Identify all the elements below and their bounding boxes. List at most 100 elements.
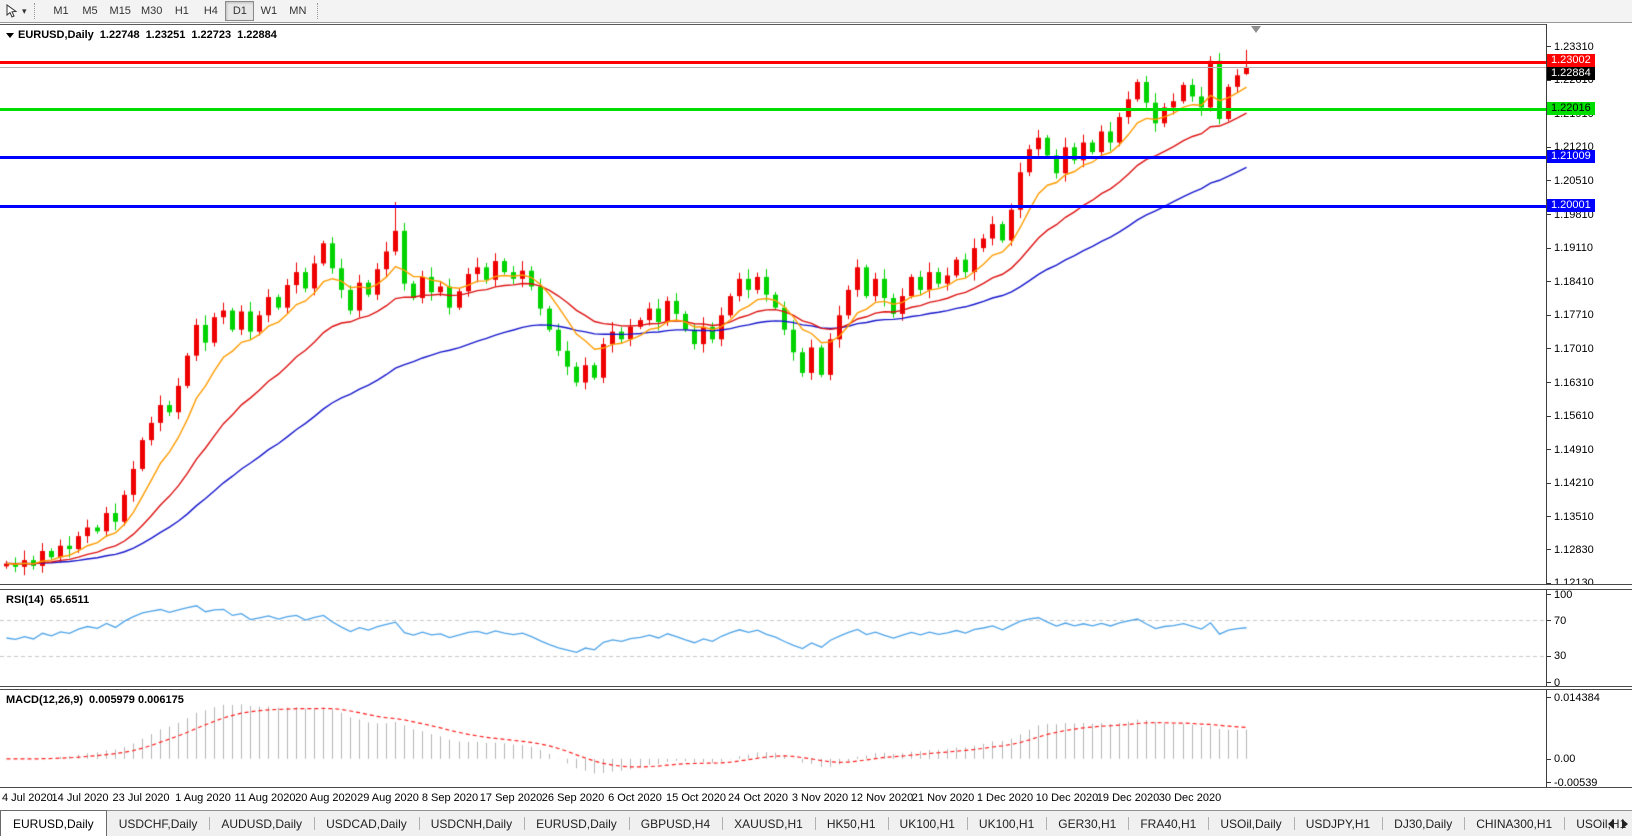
chart-tab-usdchf-daily[interactable]: USDCHF,Daily bbox=[107, 811, 210, 836]
date-label: 21 Nov 2020 bbox=[912, 792, 974, 804]
hline-price-badge: 1.23002 bbox=[1547, 54, 1595, 67]
tick-dash bbox=[1547, 147, 1551, 148]
macd-name: MACD(12,26,9) bbox=[6, 694, 83, 706]
macd-label: MACD(12,26,9) 0.005979 0.006175 bbox=[6, 694, 184, 706]
price-axis-tick-label: 1.23310 bbox=[1554, 41, 1594, 53]
timeframe-button-m15[interactable]: M15 bbox=[105, 2, 136, 21]
date-label: 29 Aug 2020 bbox=[357, 792, 419, 804]
rsi-axis-label: 30 bbox=[1554, 650, 1566, 662]
price-axis-tick: 1.18410 bbox=[1547, 275, 1594, 288]
date-label: 30 Dec 2020 bbox=[1159, 792, 1221, 804]
chart-tab-fra40-h1[interactable]: FRA40,H1 bbox=[1128, 811, 1208, 836]
tick-dash bbox=[1547, 348, 1551, 349]
macd-canvas[interactable] bbox=[0, 690, 1546, 787]
hline-1.22016[interactable] bbox=[0, 108, 1546, 111]
chart-high-value: 1.23251 bbox=[146, 29, 186, 41]
chart-tab-china300-h1[interactable]: CHINA300,H1 bbox=[1464, 811, 1564, 836]
rsi-axis-tick: 70 bbox=[1547, 614, 1566, 627]
macd-axis-tick: 0.014384 bbox=[1547, 691, 1600, 704]
tick-dash bbox=[1547, 214, 1551, 215]
macd-axis-label: 0.014384 bbox=[1554, 692, 1600, 704]
timeframe-button-w1[interactable]: W1 bbox=[254, 2, 283, 21]
rsi-label: RSI(14)65.6511 bbox=[6, 594, 89, 606]
chart-tab-hk50-h1[interactable]: HK50,H1 bbox=[815, 811, 888, 836]
macd-axis-tick: 0.00 bbox=[1547, 753, 1575, 766]
price-axis-tick: 1.19110 bbox=[1547, 242, 1593, 255]
hline-1.23002[interactable] bbox=[0, 61, 1546, 64]
chart-tab-usdcad-daily[interactable]: USDCAD,Daily bbox=[314, 811, 419, 836]
chart-tab-usdjpy-h1[interactable]: USDJPY,H1 bbox=[1294, 811, 1382, 836]
chart-tab-dj30-daily[interactable]: DJ30,Daily bbox=[1382, 811, 1464, 836]
timeframe-button-m30[interactable]: M30 bbox=[136, 2, 167, 21]
chart-tab-usoil-daily[interactable]: USOil,Daily bbox=[1208, 811, 1293, 836]
macd-values: 0.005979 0.006175 bbox=[89, 694, 184, 706]
chart-tab-uk100-h1[interactable]: UK100,H1 bbox=[888, 811, 967, 836]
date-label: 3 Nov 2020 bbox=[792, 792, 848, 804]
price-axis-tick-label: 1.13510 bbox=[1554, 511, 1594, 523]
tick-dash bbox=[1547, 46, 1551, 47]
hline-1.21009[interactable] bbox=[0, 156, 1546, 159]
timeframe-buttons: M1M5M15M30H1H4D1W1MN bbox=[47, 1, 313, 21]
rsi-canvas[interactable] bbox=[0, 590, 1546, 686]
chart-tab-ger30-h1[interactable]: GER30,H1 bbox=[1046, 811, 1128, 836]
hline-1.20001[interactable] bbox=[0, 205, 1546, 208]
date-label: 19 Dec 2020 bbox=[1097, 792, 1159, 804]
chart-tab-audusd-daily[interactable]: AUDUSD,Daily bbox=[209, 811, 314, 836]
timeframe-button-m1[interactable]: M1 bbox=[47, 2, 76, 21]
price-axis-tick-label: 1.14210 bbox=[1554, 477, 1594, 489]
timeframe-button-mn[interactable]: MN bbox=[283, 2, 312, 21]
tick-dash bbox=[1547, 516, 1551, 517]
chart-tab-gbpusd-h4[interactable]: GBPUSD,H4 bbox=[629, 811, 722, 836]
price-axis-tick-label: 1.16310 bbox=[1554, 377, 1594, 389]
tick-dash bbox=[1547, 697, 1551, 698]
time-axis[interactable]: 4 Jul 202014 Jul 202023 Jul 20201 Aug 20… bbox=[0, 788, 1632, 810]
chart-tabs-bar: EURUSD,DailyUSDCHF,DailyAUDUSD,DailyUSDC… bbox=[0, 810, 1632, 836]
rsi-panel: RSI(14)65.6511 bbox=[0, 590, 1546, 686]
date-label: 11 Aug 2020 bbox=[235, 792, 296, 804]
tick-dash bbox=[1547, 382, 1551, 383]
price-axis[interactable]: 1.233101.226101.219101.212101.205101.198… bbox=[1546, 24, 1632, 787]
chart-low-value: 1.22723 bbox=[191, 29, 231, 41]
chart-shift-marker-icon[interactable] bbox=[1251, 26, 1261, 33]
date-label: 24 Oct 2020 bbox=[728, 792, 788, 804]
cursor-tool-dropdown-icon[interactable]: ▾ bbox=[22, 6, 27, 17]
tick-dash bbox=[1547, 682, 1551, 683]
tick-dash bbox=[1547, 483, 1551, 484]
timeframe-button-d1[interactable]: D1 bbox=[225, 1, 254, 21]
price-axis-tick-label: 1.15610 bbox=[1554, 410, 1594, 422]
timeframe-button-h4[interactable]: H4 bbox=[196, 2, 225, 21]
cursor-tool-icon[interactable] bbox=[4, 3, 20, 19]
timeframe-button-h1[interactable]: H1 bbox=[167, 2, 196, 21]
chart-tab-eurusd-daily[interactable]: EURUSD,Daily bbox=[0, 810, 107, 836]
tick-dash bbox=[1547, 549, 1551, 550]
tab-scroll-right-icon[interactable] bbox=[1622, 819, 1628, 829]
price-axis-tick: 1.16310 bbox=[1547, 376, 1594, 389]
tab-scroll-left-icon[interactable] bbox=[1608, 819, 1614, 829]
tick-dash bbox=[1547, 759, 1551, 760]
chart-tab-xauusd-h1[interactable]: XAUUSD,H1 bbox=[722, 811, 815, 836]
chart-tab-eurusd-daily[interactable]: EURUSD,Daily bbox=[524, 811, 629, 836]
date-label: 12 Nov 2020 bbox=[851, 792, 913, 804]
current-price-line bbox=[0, 67, 1546, 68]
date-label: 6 Oct 2020 bbox=[608, 792, 662, 804]
price-axis-tick: 1.13510 bbox=[1547, 510, 1594, 523]
chart-tab-uk100-h1[interactable]: UK100,H1 bbox=[967, 811, 1046, 836]
timeframe-button-m5[interactable]: M5 bbox=[76, 2, 105, 21]
price-axis-tick-label: 1.20510 bbox=[1554, 175, 1594, 187]
date-label: 26 Sep 2020 bbox=[542, 792, 604, 804]
chart-open-value: 1.22748 bbox=[100, 29, 140, 41]
chart-title-collapse-icon[interactable] bbox=[6, 33, 14, 38]
tick-dash bbox=[1547, 782, 1551, 783]
panel-splitter-rsi[interactable] bbox=[0, 584, 1632, 590]
date-label: 10 Dec 2020 bbox=[1036, 792, 1098, 804]
toolbar-grip bbox=[34, 3, 41, 19]
rsi-axis-label: 70 bbox=[1554, 615, 1566, 627]
chart-tab-usdcnh-daily[interactable]: USDCNH,Daily bbox=[419, 811, 524, 836]
price-axis-tick-label: 1.18410 bbox=[1554, 276, 1594, 288]
tick-dash bbox=[1547, 416, 1551, 417]
panel-splitter-macd[interactable] bbox=[0, 686, 1632, 690]
hline-price-badge: 1.21009 bbox=[1547, 150, 1595, 163]
price-axis-tick: 1.14210 bbox=[1547, 477, 1594, 490]
tick-dash bbox=[1547, 281, 1551, 282]
price-axis-tick: 1.15610 bbox=[1547, 410, 1594, 423]
